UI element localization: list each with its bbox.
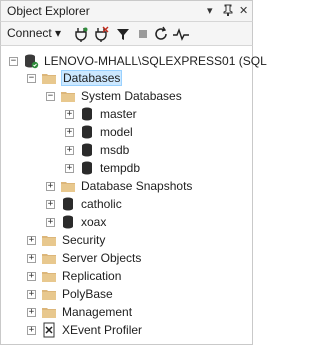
expand-toggle[interactable]: + bbox=[46, 181, 55, 191]
folder-icon bbox=[41, 250, 57, 266]
tree-node-server-objects[interactable]: + Server Objects bbox=[27, 249, 142, 267]
close-icon[interactable]: ✕ bbox=[239, 4, 248, 18]
expand-toggle[interactable]: + bbox=[27, 289, 36, 299]
panel-title: Object Explorer bbox=[7, 4, 90, 18]
folder-icon bbox=[60, 88, 76, 104]
database-icon bbox=[79, 124, 95, 140]
expand-toggle[interactable]: + bbox=[46, 199, 55, 209]
tree-node-management[interactable]: + Management bbox=[27, 303, 133, 321]
databases-label: Databases bbox=[61, 70, 123, 86]
dropdown-icon[interactable]: ▾ bbox=[207, 4, 213, 18]
db-label: xoax bbox=[81, 215, 107, 229]
tree-node-polybase[interactable]: + PolyBase bbox=[27, 285, 114, 303]
tree-node-system-databases[interactable]: − System Databases bbox=[46, 87, 183, 105]
db-label: msdb bbox=[100, 143, 130, 157]
tree-node-database-snapshots[interactable]: + Database Snapshots bbox=[46, 177, 193, 195]
tree-node-db-xoax[interactable]: + xoax bbox=[46, 213, 107, 231]
db-label: catholic bbox=[81, 197, 122, 211]
object-explorer-titlebar: Object Explorer ▾ ✕ bbox=[0, 0, 253, 22]
folder-icon bbox=[41, 70, 57, 86]
tree-node-db-model[interactable]: + model bbox=[65, 123, 134, 141]
polybase-label: PolyBase bbox=[62, 287, 113, 301]
stop-icon[interactable] bbox=[135, 26, 151, 42]
folder-icon bbox=[41, 268, 57, 284]
tree-node-db-catholic[interactable]: + catholic bbox=[46, 195, 123, 213]
tree-node-databases[interactable]: − Databases bbox=[27, 69, 123, 87]
database-icon bbox=[79, 142, 95, 158]
expand-toggle[interactable]: + bbox=[27, 307, 36, 317]
xevent-profiler-label: XEvent Profiler bbox=[62, 323, 143, 337]
security-label: Security bbox=[62, 233, 106, 247]
database-icon bbox=[60, 196, 76, 212]
tree-node-replication[interactable]: + Replication bbox=[27, 267, 122, 285]
tree-node-xevent-profiler[interactable]: + XEvent Profiler bbox=[27, 321, 143, 339]
replication-label: Replication bbox=[62, 269, 122, 283]
server-objects-label: Server Objects bbox=[62, 251, 142, 265]
connect-button[interactable]: Connect ▾ bbox=[7, 26, 61, 40]
collapse-toggle[interactable]: − bbox=[27, 73, 36, 83]
refresh-icon[interactable] bbox=[153, 26, 169, 42]
expand-toggle[interactable]: + bbox=[27, 271, 36, 281]
database-icon bbox=[79, 106, 95, 122]
folder-icon bbox=[41, 232, 57, 248]
db-label: tempdb bbox=[100, 161, 141, 175]
collapse-toggle[interactable]: − bbox=[9, 56, 18, 66]
expand-toggle[interactable]: + bbox=[65, 163, 74, 173]
disconnect-icon[interactable] bbox=[93, 26, 109, 42]
database-snapshots-label: Database Snapshots bbox=[81, 179, 193, 193]
tree-node-server[interactable]: − LENOVO-MHALL\SQLEXPRESS01 (SQL bbox=[9, 52, 268, 70]
object-explorer-tree: − LENOVO-MHALL\SQLEXPRESS01 (SQL − Datab… bbox=[0, 46, 267, 345]
database-icon bbox=[60, 214, 76, 230]
activity-monitor-icon[interactable] bbox=[173, 26, 189, 42]
tree-node-db-tempdb[interactable]: + tempdb bbox=[65, 159, 141, 177]
folder-icon bbox=[41, 286, 57, 302]
folder-icon bbox=[41, 304, 57, 320]
expand-toggle[interactable]: + bbox=[65, 145, 74, 155]
db-label: model bbox=[100, 125, 133, 139]
expand-toggle[interactable]: + bbox=[65, 109, 74, 119]
server-label: LENOVO-MHALL\SQLEXPRESS01 (SQL bbox=[44, 54, 267, 68]
expand-toggle[interactable]: + bbox=[27, 235, 36, 245]
collapse-toggle[interactable]: − bbox=[46, 91, 55, 101]
tree-node-security[interactable]: + Security bbox=[27, 231, 106, 249]
expand-toggle[interactable]: + bbox=[27, 325, 36, 335]
object-explorer-toolbar: Connect ▾ bbox=[0, 22, 253, 46]
pin-icon[interactable] bbox=[223, 4, 233, 20]
connect-plug-icon[interactable] bbox=[73, 26, 89, 42]
expand-toggle[interactable]: + bbox=[65, 127, 74, 137]
tree-node-db-master[interactable]: + master bbox=[65, 105, 138, 123]
expand-toggle[interactable]: + bbox=[46, 217, 55, 227]
server-icon bbox=[23, 53, 39, 69]
database-icon bbox=[79, 160, 95, 176]
expand-toggle[interactable]: + bbox=[27, 253, 36, 263]
tree-node-db-msdb[interactable]: + msdb bbox=[65, 141, 130, 159]
folder-icon bbox=[60, 178, 76, 194]
system-databases-label: System Databases bbox=[81, 89, 182, 103]
management-label: Management bbox=[62, 305, 133, 319]
filter-icon[interactable] bbox=[115, 26, 131, 42]
db-label: master bbox=[100, 107, 137, 121]
xevent-profiler-icon bbox=[41, 322, 57, 338]
